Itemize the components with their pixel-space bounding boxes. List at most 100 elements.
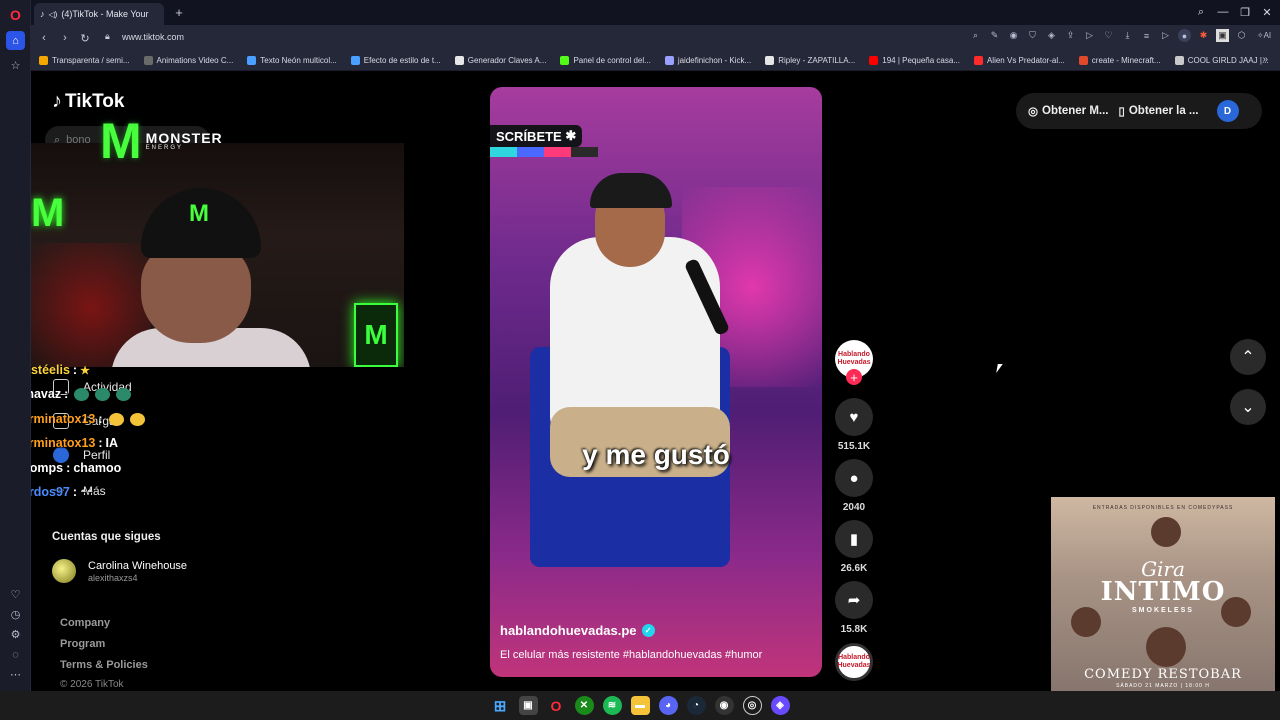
bookmark-item[interactable]: Ripley - ZAPATILLA... [765,55,855,65]
forward-button[interactable]: › [57,30,73,46]
previous-video-button[interactable]: ⌃ [1230,339,1266,375]
favorite-icon[interactable]: ♡ [1102,29,1115,42]
footer-terms[interactable]: Terms & Policies [60,659,148,671]
bookmark-item[interactable]: Panel de control del... [560,55,651,65]
menu-icon[interactable]: ≡ [1140,29,1153,42]
search-tabs-icon[interactable]: ⌕ [1192,4,1210,20]
video-author[interactable]: hablandohuevadas.pe ✓ [500,623,655,638]
get-coins-label: Obtener M... [1042,105,1109,117]
steam-icon[interactable]: ◔ [686,696,706,715]
get-app-button[interactable]: ▯ Obtener la ... [1119,104,1199,118]
get-coins-button[interactable]: ◎ Obtener M... [1028,104,1109,118]
bulb-icon[interactable]: ◌ [7,646,24,663]
ai-icon[interactable]: ✧AI [1254,29,1274,42]
minimize-button[interactable]: — [1214,4,1232,20]
flow-icon[interactable]: ▷ [1159,29,1172,42]
task-view-icon[interactable]: ▣ [518,696,538,715]
chat-line: Terminatox13: IA [31,436,118,450]
share-icon[interactable]: ⇪ [1064,29,1077,42]
app-purple-icon[interactable]: ◈ [770,696,790,715]
vpn-icon[interactable]: ◈ [1045,29,1058,42]
url-field[interactable]: www.tiktok.com [122,32,184,42]
bookmark-item[interactable]: 194 | Pequeña casa... [869,55,960,65]
close-window-button[interactable]: ✕ [1258,4,1276,20]
discord-icon[interactable]: ◕ [658,696,678,715]
share-button[interactable]: ➦ [835,581,873,619]
bookmark-item[interactable]: COOL GIRLD JAAJ |... [1174,55,1269,65]
video-player[interactable]: SCRÍBETE ✱ y me gustó hablandohuevadas.p… [490,87,822,677]
cap-monster-icon: M [189,200,209,227]
tiktok-favicon-icon: ♪ [40,9,45,19]
video-caption: y me gustó [582,439,730,470]
footer-program[interactable]: Program [60,638,105,650]
turtle-emote-icon [95,387,111,401]
comment-button[interactable]: ● [835,459,873,497]
bookmark-item[interactable]: Efecto de estilo de t... [350,55,441,65]
camera-icon[interactable]: ◉ [1007,29,1020,42]
footer-company[interactable]: Company [60,617,110,629]
music-disc[interactable]: Hablando Huevadas [835,643,873,681]
spotify-icon[interactable]: ≋ [602,696,622,715]
play-icon[interactable]: ▷ [1083,29,1096,42]
chat-sep: : [98,412,103,426]
app-icon[interactable]: ◎ [742,696,762,715]
bookmark-favicon-icon [560,55,570,65]
user-avatar[interactable]: D [1216,100,1239,122]
bookmark-favicon-icon [869,55,879,65]
star-icon[interactable]: ☆ [7,57,24,74]
like-button[interactable]: ♥ [835,398,873,436]
bookmark-item[interactable]: jaidefinichon - Kick... [664,55,751,65]
following-account[interactable]: Carolina Winehouse alexithaxzs4 [52,559,187,583]
xbox-icon[interactable]: ✕ [574,696,594,715]
windows-start-icon[interactable]: ⊞ [491,696,510,715]
bookmark-item[interactable]: Alien Vs Predator-al... [973,55,1065,65]
opera-taskbar-icon[interactable]: O [547,696,566,715]
video-author-name: hablandohuevadas.pe [500,623,637,638]
extension-box-icon[interactable]: ▣ [1216,29,1229,42]
tiktok-logo[interactable]: ♪ TikTok [52,90,124,113]
extension-red-icon[interactable]: ✱ [1197,29,1210,42]
bookmark-item[interactable]: Generador Claves A... [454,55,547,65]
save-button[interactable]: ▮ [835,520,873,558]
new-tab-button[interactable]: + [171,4,187,20]
follow-button[interactable]: + [846,369,862,385]
monster-name: MONSTER [145,130,223,146]
bookmark-item[interactable]: create - Minecraft... [1078,55,1161,65]
edit-icon[interactable]: ✎ [988,29,1001,42]
settings-icon[interactable]: ⚙ [7,626,24,643]
tab-tiktok[interactable]: ♪ ◁) (4)TikTok - Make Your [34,3,164,25]
bookmark-favicon-icon [143,55,153,65]
bookmark-item[interactable]: Texto Neón multicol... [247,55,337,65]
bookmark-label: Texto Neón multicol... [260,55,337,65]
maximize-button[interactable]: ❐ [1236,4,1254,20]
verified-icon: ✓ [641,624,655,637]
profile-icon[interactable]: ● [1178,29,1191,42]
bookmark-label: Alien Vs Predator-al... [986,55,1065,65]
folder-icon[interactable]: ▬ [630,696,650,715]
download-icon[interactable]: ⤓ [1121,29,1134,42]
shield-icon[interactable]: ⛉ [1026,29,1039,42]
zoom-icon[interactable]: ⌕ [969,29,982,42]
more-icon[interactable]: ⋯ [7,666,24,683]
laugh-emote-icon [108,412,124,426]
chat-sep: : [98,436,103,450]
bookmarks-overflow-icon[interactable]: » [1262,54,1268,65]
next-video-button[interactable]: ⌄ [1230,389,1266,425]
get-app-label: Obtener la ... [1128,105,1199,117]
taskbar: ⊞ ▣ O ✕ ≋ ▬ ◕ ◔ ◉ ◎ ◈ [0,691,1280,720]
back-button[interactable]: ‹ [36,30,52,46]
bookmark-label: Generador Claves A... [467,55,547,65]
heart-icon: ♥ [849,408,859,426]
reload-button[interactable]: ↻ [77,30,93,46]
bookmark-item[interactable]: Transparenta / semi... [39,55,130,65]
history-icon[interactable]: ◷ [7,606,24,623]
subscribe-banner: SCRÍBETE ✱ [490,125,583,147]
like-count: 515.1K [837,441,871,452]
opera-logo-icon[interactable]: O [7,6,24,23]
heart-icon[interactable]: ♡ [7,586,24,603]
extensions-icon[interactable]: ⬡ [1235,29,1248,42]
sunglasses-emote-icon: ◓◓ [80,486,94,498]
home-icon[interactable]: ⌂ [6,31,25,50]
bookmark-item[interactable]: Animations Video C... [143,55,233,65]
obs-icon[interactable]: ◉ [714,696,734,715]
